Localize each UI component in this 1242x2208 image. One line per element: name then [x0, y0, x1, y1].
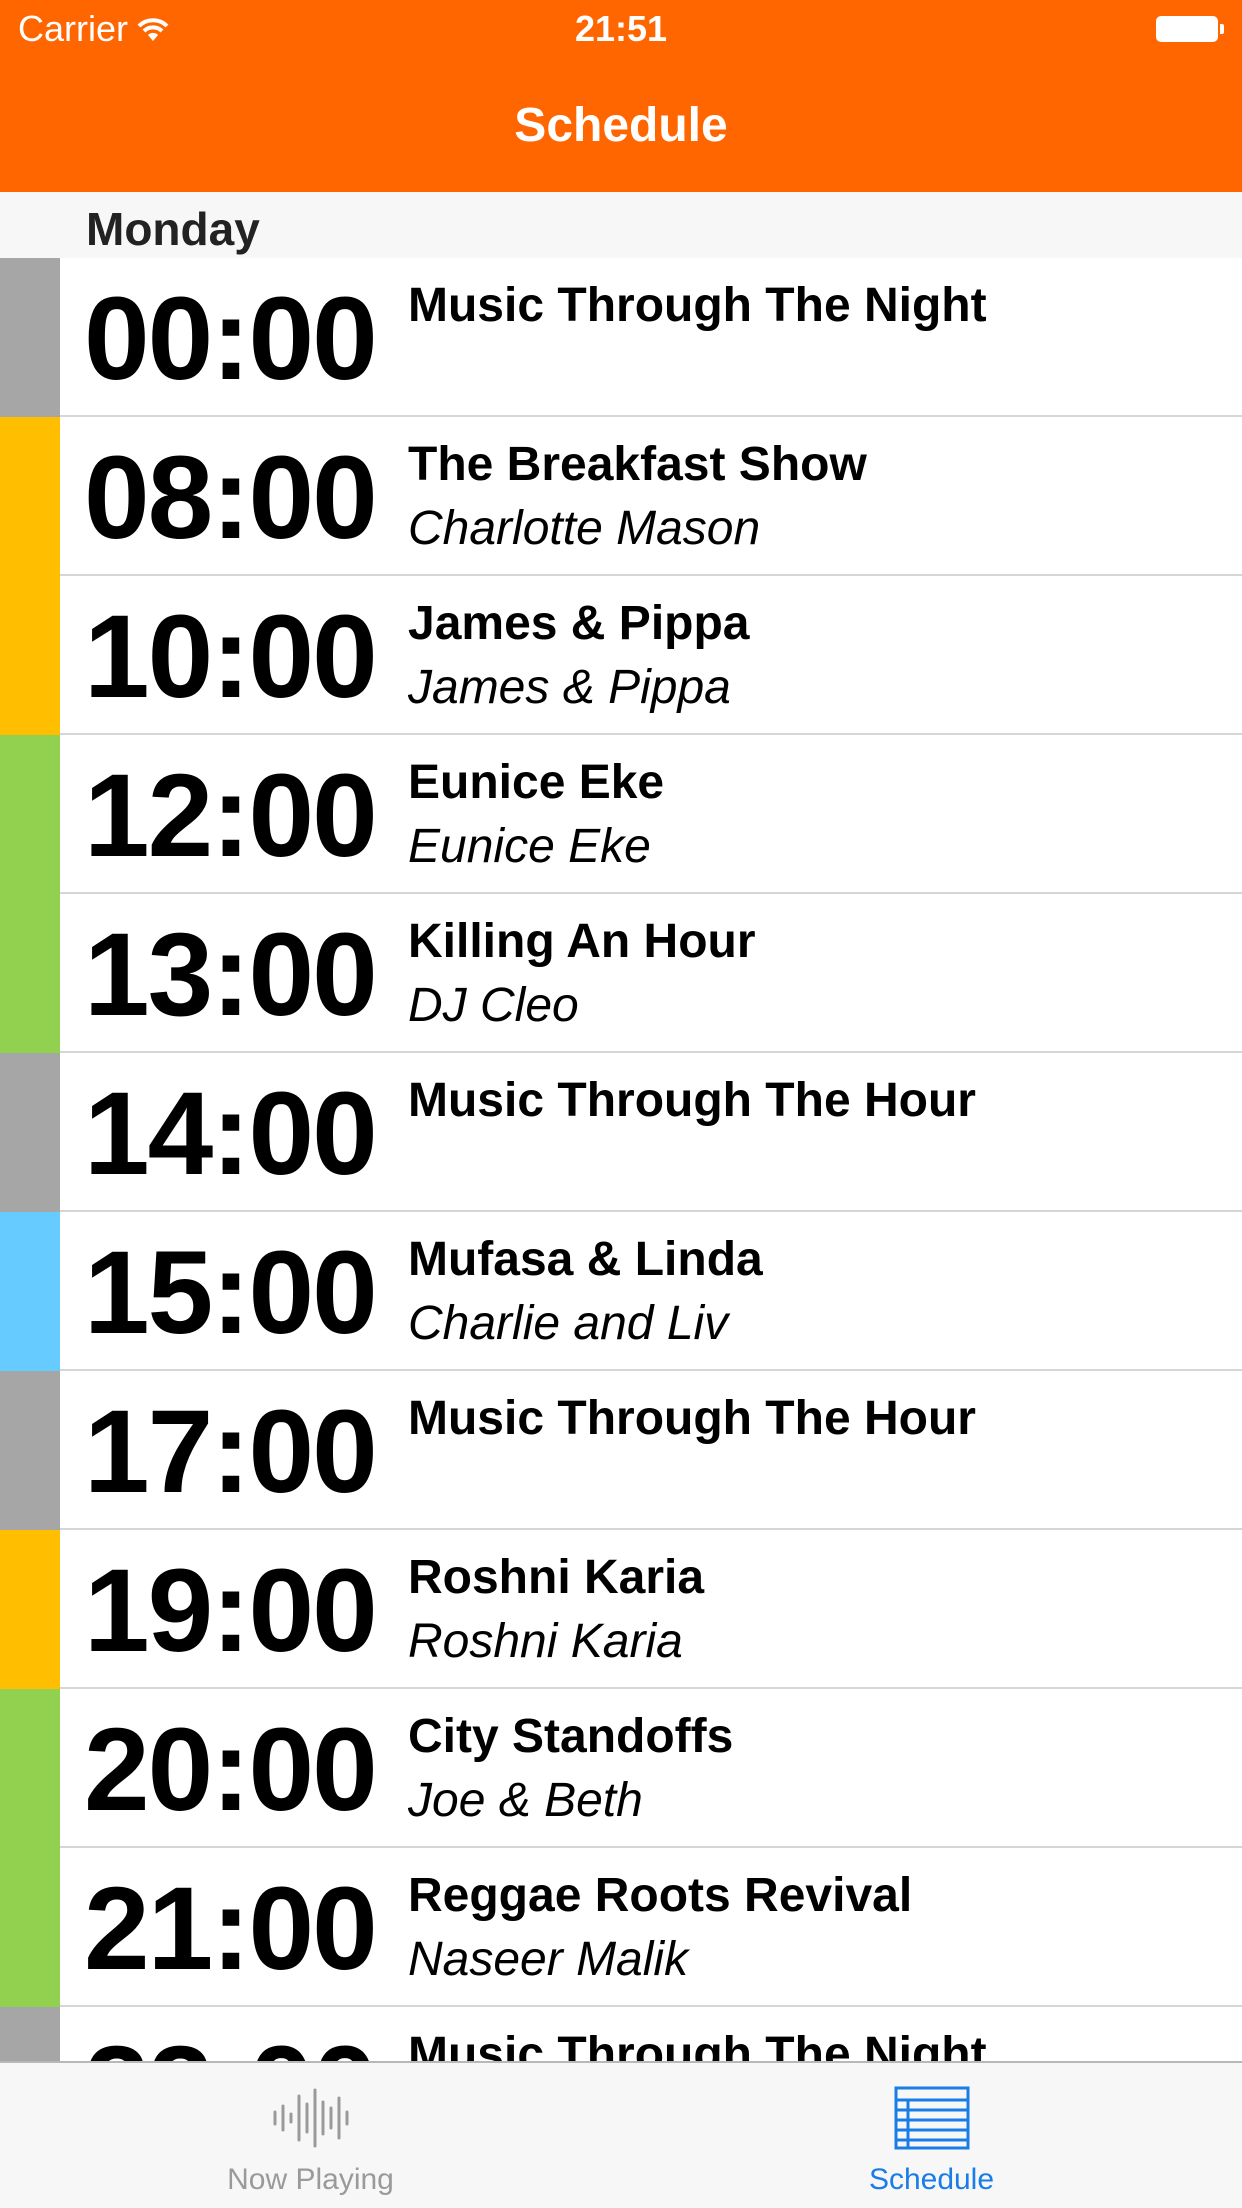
show-presenter: DJ Cleo [408, 979, 579, 1032]
tab-schedule[interactable]: Schedule [621, 2063, 1242, 2208]
waveform-icon [0, 2085, 621, 2151]
category-color-bar [0, 735, 60, 894]
tab-schedule-label: Schedule [868, 2163, 995, 2196]
show-presenter: Joe & Beth [408, 1774, 643, 1827]
show-time: 20:00 [84, 1704, 378, 1836]
tab-now-playing-label: Now Playing [227, 2163, 394, 2196]
show-title: Music Through The Hour [408, 1074, 976, 1127]
section-header: Monday [0, 192, 1242, 258]
show-title: Eunice Eke [408, 756, 665, 809]
show-time: 17:00 [84, 1386, 378, 1518]
show-title: Roshni Karia [408, 1551, 705, 1604]
status-time: 21:51 [574, 8, 668, 49]
show-time: 10:00 [84, 591, 378, 723]
show-title: Music Through The Hour [408, 1392, 976, 1445]
show-time: 00:00 [84, 273, 378, 405]
show-presenter: Charlie and Liv [408, 1297, 729, 1350]
schedule-row[interactable]: 15:00 Mufasa & Linda Charlie and Liv [0, 1212, 1242, 1371]
schedule-row[interactable]: 19:00 Roshni Karia Roshni Karia [0, 1530, 1242, 1689]
schedule-row[interactable]: 14:00 Music Through The Hour [0, 1053, 1242, 1212]
show-time: 22:00 [84, 2029, 378, 2061]
show-time: 21:00 [84, 1863, 378, 1995]
day-title: Monday [86, 203, 260, 255]
show-presenter: Roshni Karia [408, 1615, 683, 1668]
schedule-row[interactable]: 13:00 Killing An Hour DJ Cleo [0, 894, 1242, 1053]
show-title: Mufasa & Linda [408, 1233, 763, 1286]
category-color-bar [0, 2007, 60, 2061]
tab-bar: Now Playing Schedule [0, 2061, 1242, 2208]
tab-now-playing[interactable]: Now Playing [0, 2063, 621, 2208]
schedule-list[interactable]: 00:00 Music Through The Night 08:00 The Bre… [0, 258, 1242, 2061]
show-title: Music Through The Night [408, 2028, 987, 2061]
category-color-bar [0, 417, 60, 576]
schedule-row[interactable]: 21:00 Reggae Roots Revival Naseer Malik [0, 1848, 1242, 2007]
category-color-bar [0, 258, 60, 417]
navigation-bar: Carrier 21:51 Schedule [0, 0, 1242, 192]
app-screen: Carrier 21:51 Schedule Monday 00:00 Music… [0, 0, 1242, 2208]
schedule-row[interactable]: 00:00 Music Through The Night [0, 258, 1242, 417]
category-color-bar [0, 1689, 60, 1848]
show-time: 15:00 [84, 1227, 378, 1359]
page-title: Schedule [514, 99, 728, 152]
show-time: 14:00 [84, 1068, 378, 1200]
show-time: 08:00 [84, 432, 378, 564]
show-time: 19:00 [84, 1545, 378, 1677]
category-color-bar [0, 1848, 60, 2007]
show-title: Music Through The Night [408, 279, 987, 332]
show-presenter: James & Pippa [408, 661, 731, 714]
battery-icon [1156, 14, 1224, 44]
show-title: The Breakfast Show [408, 438, 867, 491]
show-presenter: Charlotte Mason [408, 502, 761, 555]
show-title: Reggae Roots Revival [408, 1869, 913, 1922]
show-title: City Standoffs [408, 1710, 734, 1763]
category-color-bar [0, 1053, 60, 1212]
category-color-bar [0, 576, 60, 735]
show-time: 13:00 [84, 909, 378, 1041]
schedule-row[interactable]: 12:00 Eunice Eke Eunice Eke [0, 735, 1242, 894]
schedule-row[interactable]: 22:00 Music Through The Night [0, 2007, 1242, 2061]
show-presenter: Naseer Malik [408, 1933, 689, 1986]
schedule-row[interactable]: 17:00 Music Through The Hour [0, 1371, 1242, 1530]
schedule-row[interactable]: 20:00 City Standoffs Joe & Beth [0, 1689, 1242, 1848]
category-color-bar [0, 1371, 60, 1530]
category-color-bar [0, 894, 60, 1053]
show-title: Killing An Hour [408, 915, 756, 968]
show-title: James & Pippa [408, 597, 750, 650]
show-time: 12:00 [84, 750, 378, 882]
category-color-bar [0, 1212, 60, 1371]
status-bar: Carrier 21:51 [0, 0, 1242, 60]
category-color-bar [0, 1530, 60, 1689]
show-presenter: Eunice Eke [408, 820, 651, 873]
schedule-row[interactable]: 08:00 The Breakfast Show Charlotte Mason [0, 417, 1242, 576]
schedule-row[interactable]: 10:00 James & Pippa James & Pippa [0, 576, 1242, 735]
list-icon [621, 2085, 1242, 2151]
